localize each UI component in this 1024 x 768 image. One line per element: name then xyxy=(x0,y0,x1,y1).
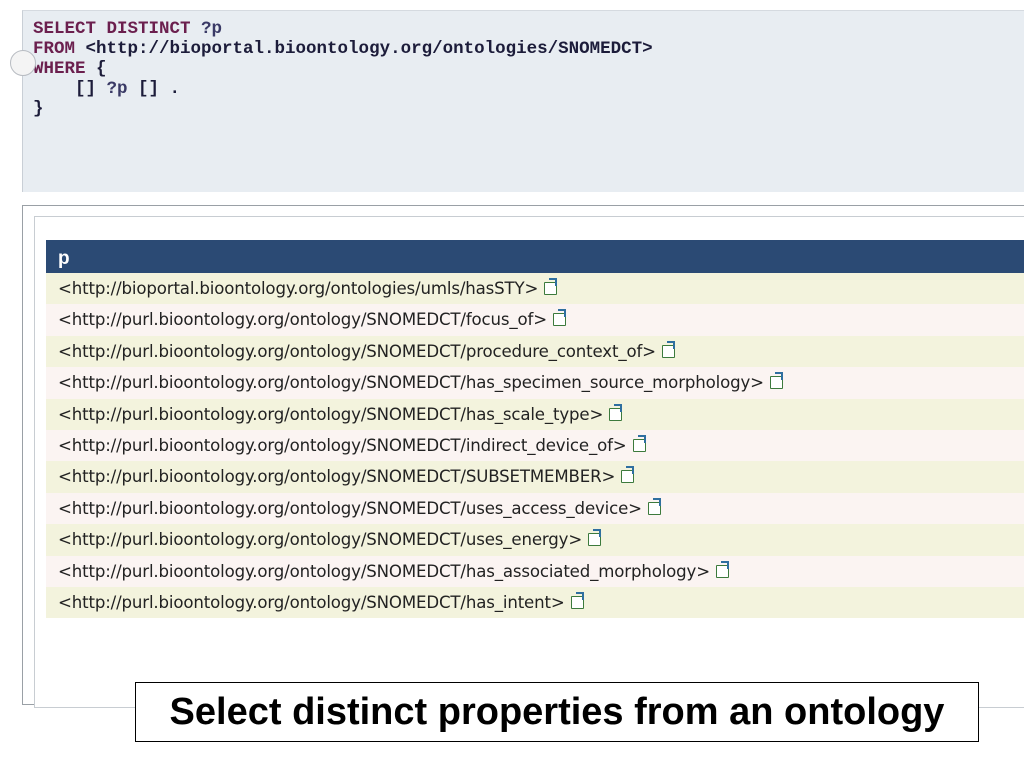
external-link-icon[interactable] xyxy=(661,340,675,358)
property-iri-link[interactable]: <http://purl.bioontology.org/ontology/SN… xyxy=(58,530,582,549)
property-iri-link[interactable]: <http://purl.bioontology.org/ontology/SN… xyxy=(58,373,764,392)
table-row: <http://purl.bioontology.org/ontology/SN… xyxy=(46,586,1024,619)
results-table: p <http://bioportal.bioontology.org/onto… xyxy=(46,240,1024,619)
external-link-icon[interactable] xyxy=(544,278,558,295)
table-row: <http://purl.bioontology.org/ontology/SN… xyxy=(46,335,1024,368)
query-brace-open: { xyxy=(85,59,107,79)
external-link-icon[interactable] xyxy=(552,309,566,327)
table-row: <http://purl.bioontology.org/ontology/SN… xyxy=(46,429,1024,462)
query-keyword: FROM xyxy=(33,39,76,59)
external-link-icon[interactable] xyxy=(609,403,623,421)
table-row: <http://purl.bioontology.org/ontology/SN… xyxy=(46,492,1024,525)
property-iri-link[interactable]: <http://purl.bioontology.org/ontology/SN… xyxy=(58,436,627,455)
results-rows: <http://bioportal.bioontology.org/ontolo… xyxy=(46,273,1024,619)
table-row: <http://purl.bioontology.org/ontology/SN… xyxy=(46,555,1024,587)
query-brace-close: } xyxy=(33,99,44,119)
external-link-icon[interactable] xyxy=(647,497,661,515)
query-variable: ?p xyxy=(190,19,223,39)
table-row: <http://bioportal.bioontology.org/ontolo… xyxy=(46,273,1024,305)
property-iri-link[interactable]: <http://purl.bioontology.org/ontology/SN… xyxy=(58,499,642,518)
query-variable: ?p xyxy=(106,79,128,99)
query-pattern-object: [] . xyxy=(127,79,181,99)
query-graph-iri: <http://bioportal.bioontology.org/ontolo… xyxy=(75,39,653,59)
column-header-p[interactable]: p xyxy=(46,240,1024,273)
slide-caption: Select distinct properties from an ontol… xyxy=(135,682,979,742)
property-iri-link[interactable]: <http://purl.bioontology.org/ontology/SN… xyxy=(58,310,547,329)
property-iri-link[interactable]: <http://purl.bioontology.org/ontology/SN… xyxy=(58,562,710,581)
property-iri-link[interactable]: <http://purl.bioontology.org/ontology/SN… xyxy=(58,593,565,612)
external-link-icon[interactable] xyxy=(570,591,584,609)
circle-icon xyxy=(10,50,36,76)
external-link-icon[interactable] xyxy=(715,560,729,578)
property-iri-link[interactable]: <http://purl.bioontology.org/ontology/SN… xyxy=(58,405,603,424)
table-row: <http://purl.bioontology.org/ontology/SN… xyxy=(46,304,1024,336)
external-link-icon[interactable] xyxy=(588,529,602,547)
property-iri-link[interactable]: <http://purl.bioontology.org/ontology/SN… xyxy=(58,342,656,361)
external-link-icon[interactable] xyxy=(769,372,783,390)
table-row: <http://purl.bioontology.org/ontology/SN… xyxy=(46,461,1024,493)
results-panel: p <http://bioportal.bioontology.org/onto… xyxy=(34,216,1024,708)
table-row: <http://purl.bioontology.org/ontology/SN… xyxy=(46,524,1024,556)
sparql-query-text[interactable]: SELECT DISTINCT ?p FROM <http://bioporta… xyxy=(23,11,1024,119)
external-link-icon[interactable] xyxy=(621,466,635,484)
property-iri-link[interactable]: <http://bioportal.bioontology.org/ontolo… xyxy=(58,279,538,298)
query-keyword: SELECT DISTINCT xyxy=(33,19,191,39)
table-row: <http://purl.bioontology.org/ontology/SN… xyxy=(46,398,1024,430)
external-link-icon[interactable] xyxy=(632,434,646,452)
property-iri-link[interactable]: <http://purl.bioontology.org/ontology/SN… xyxy=(58,467,615,486)
table-row: <http://purl.bioontology.org/ontology/SN… xyxy=(46,367,1024,399)
query-pattern-subject: [] xyxy=(33,79,107,99)
query-keyword: WHERE xyxy=(33,59,86,79)
sparql-query-panel: SELECT DISTINCT ?p FROM <http://bioporta… xyxy=(22,10,1024,192)
